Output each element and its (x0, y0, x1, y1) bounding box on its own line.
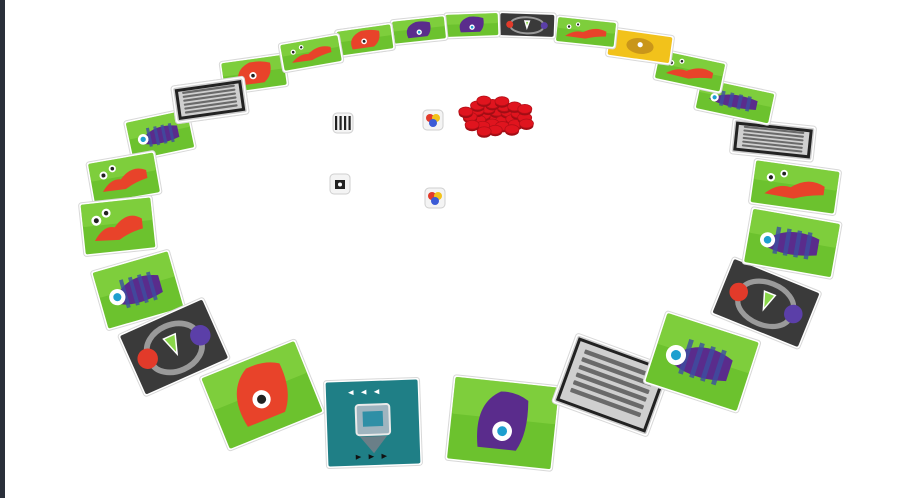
red-token-icon (464, 119, 480, 132)
cards-layer (78, 10, 843, 472)
card-monster (334, 21, 396, 59)
red-token-icon (517, 104, 533, 116)
dice-group (329, 109, 446, 209)
red-token-icon (476, 95, 492, 107)
color-die-icon (424, 187, 446, 209)
red-token-icon (458, 106, 474, 119)
board-game-scene (0, 0, 907, 498)
card-vent (170, 75, 250, 125)
card-monster (277, 32, 345, 74)
card-monster (389, 13, 449, 47)
card-special (497, 10, 557, 40)
card-monster (78, 195, 158, 257)
card-monster (553, 14, 619, 50)
card-ring (78, 10, 843, 472)
red-token-icon (504, 124, 520, 136)
color-die-icon (422, 109, 444, 131)
card-monster (443, 10, 501, 40)
card-monster (748, 157, 842, 217)
card-vent (729, 117, 817, 163)
number-die-icon (329, 173, 351, 195)
card-monster (444, 374, 562, 472)
red-token-icon (519, 118, 534, 130)
card-robot (323, 376, 423, 470)
pattern-die-icon (332, 112, 354, 134)
red-token-icon (494, 96, 510, 108)
red-token-icon (476, 126, 492, 138)
token-pile (458, 95, 534, 138)
